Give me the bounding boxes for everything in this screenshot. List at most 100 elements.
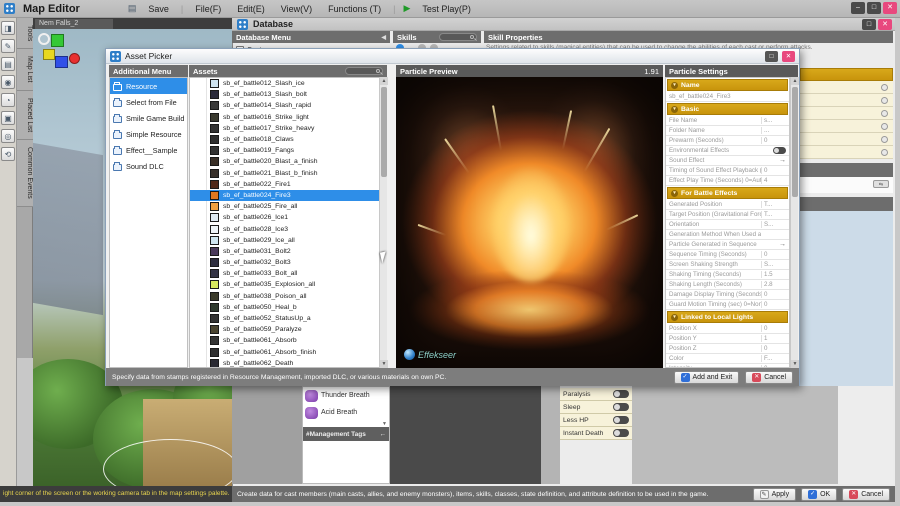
settings-row[interactable]: Damage Display Timing (Seconds, ...0 (666, 290, 789, 300)
collapse-icon[interactable]: ◀ (381, 34, 386, 41)
property-row[interactable] (800, 107, 893, 120)
gizmo-cube-blue[interactable] (55, 56, 68, 68)
additional-menu-item[interactable]: Smile Game Builder 1 (110, 110, 187, 126)
minimize-button[interactable]: – (851, 2, 865, 14)
asset-list-item[interactable]: sb_ef_battle026_Ice1 (190, 212, 386, 223)
database-maximize-button[interactable]: □ (862, 19, 876, 30)
settings-section-header[interactable]: ▾For Battle Effects (667, 187, 788, 199)
additional-menu-item[interactable]: Simple Resource Pack (110, 126, 187, 142)
settings-row[interactable]: Screen Shaking StrengthS... (666, 260, 789, 270)
asset-list-item[interactable]: sb_ef_battle020_Blast_a_finish (190, 156, 386, 167)
scroll-down-icon[interactable]: ▼ (791, 360, 799, 368)
record-button[interactable]: ◉ (1, 75, 15, 89)
settings-section-header[interactable]: ▾Basic (667, 103, 788, 115)
particle-preview-canvas[interactable]: Effekseer (396, 77, 663, 368)
settings-row[interactable]: File Names... (666, 116, 789, 126)
state-toggle-row[interactable]: Paralysis (560, 388, 632, 401)
asset-list-item[interactable]: sb_ef_battle018_Claws (190, 134, 386, 145)
database-close-button[interactable]: ✕ (878, 19, 892, 30)
tags-button[interactable]: ⇆ (873, 180, 889, 188)
asset-list-item[interactable]: sb_ef_battle013_Slash_bolt (190, 89, 386, 100)
maximize-button[interactable]: □ (867, 2, 881, 14)
settings-row[interactable]: Folder Name... (666, 126, 789, 136)
toggle-switch[interactable] (613, 416, 629, 424)
menu-test-play[interactable]: Test Play(P) (418, 3, 475, 15)
gizmo-sphere-red[interactable] (69, 53, 80, 64)
asset-list-item[interactable]: sb_ef_battle029_Ice_all (190, 235, 386, 246)
menu-functions[interactable]: Functions (T) (324, 3, 385, 15)
time-button[interactable]: ◔ (1, 93, 15, 107)
settings-row[interactable]: sb_ef_battle024_Fire3 (666, 92, 789, 102)
settings-section-header[interactable]: ▾Linked to Local Lights (667, 311, 788, 323)
asset-list-item[interactable]: sb_ef_battle059_Paralyze (190, 324, 386, 335)
asset-list-item[interactable]: sb_ef_battle024_Fire3 (190, 190, 386, 201)
scroll-down-icon[interactable]: ▼ (380, 360, 388, 368)
assets-scrollbar[interactable]: ▲ ▼ (379, 77, 387, 368)
menu-view[interactable]: View(V) (277, 3, 316, 15)
additional-menu-item[interactable]: Select from File (110, 94, 187, 110)
property-row[interactable] (800, 94, 893, 107)
property-section-header[interactable] (800, 68, 893, 81)
menu-edit[interactable]: Edit(E) (233, 3, 269, 15)
back-arrow-icon[interactable]: ← (380, 431, 387, 438)
dialog-cancel-button[interactable]: ✕ Cancel (745, 371, 793, 384)
asset-list-item[interactable]: sb_ef_battle021_Blast_b_finish (190, 168, 386, 179)
close-button[interactable]: ✕ (883, 2, 897, 14)
scroll-up-icon[interactable]: ▲ (791, 77, 799, 85)
asset-list-item[interactable]: sb_ef_battle014_Slash_rapid (190, 100, 386, 111)
asset-picker-titlebar[interactable]: Asset Picker □ ✕ (106, 49, 799, 64)
asset-list-item[interactable]: sb_ef_battle035_Explosion_all (190, 279, 386, 290)
add-and-exit-button[interactable]: ✓ Add and Exit (674, 371, 740, 384)
camera-button[interactable]: ◎ (1, 129, 15, 143)
settings-row[interactable]: Shaking Length (Seconds)2.8 (666, 280, 789, 290)
asset-list-item[interactable]: sb_ef_battle016_Strike_light (190, 112, 386, 123)
edit-button[interactable]: ✎ (1, 39, 15, 53)
menu-file[interactable]: File(F) (191, 3, 225, 15)
skill-list-item[interactable]: Thunder Breath (303, 387, 389, 404)
assets-search-input[interactable] (345, 67, 383, 75)
property-row[interactable] (800, 146, 893, 159)
state-toggle-row[interactable]: Less HP (560, 414, 632, 427)
asset-list-item[interactable]: sb_ef_battle017_Strike_heavy (190, 123, 386, 134)
layers-button[interactable]: ▤ (1, 57, 15, 71)
palette-tab-placed-list[interactable]: Placed List (17, 91, 33, 140)
settings-row[interactable]: Generation Method When Used as... (666, 230, 789, 240)
palette-tab-tools[interactable]: Tools (17, 18, 33, 49)
toggle-switch[interactable] (613, 429, 629, 437)
settings-row[interactable]: Prewarm (Seconds)0 (666, 136, 789, 146)
asset-list-item[interactable]: sb_ef_battle019_Fangs (190, 145, 386, 156)
asset-list-item[interactable]: sb_ef_battle033_Bolt_all (190, 268, 386, 279)
asset-list-item[interactable]: sb_ef_battle062_Death (190, 358, 386, 368)
state-toggle-row[interactable]: Instant Death (560, 427, 632, 440)
settings-row[interactable]: Guard Motion Timing (sec) 0=None0 (666, 300, 789, 310)
db-cancel-button[interactable]: ✕ Cancel (842, 488, 890, 501)
settings-scrollbar[interactable]: ▲ ▼ (790, 77, 798, 368)
asset-list-item[interactable]: sb_ef_battle061_Absorb (190, 335, 386, 346)
settings-row[interactable]: Position Y1 (666, 334, 789, 344)
apply-button[interactable]: ✎ Apply (753, 488, 797, 501)
menu-save[interactable]: Save (144, 3, 173, 15)
dialog-close-button[interactable]: ✕ (782, 51, 795, 62)
asset-list-item[interactable]: sb_ef_battle052_StatusUp_a (190, 313, 386, 324)
toggle-switch[interactable] (773, 147, 786, 154)
scroll-up-icon[interactable]: ▲ (380, 77, 388, 85)
additional-menu-item[interactable]: Resource (110, 78, 187, 94)
additional-menu-item[interactable]: Sound DLC (110, 158, 187, 174)
gizmo-cube-yellow[interactable] (43, 49, 55, 60)
settings-row[interactable]: Position X0 (666, 324, 789, 334)
scrollbar-thumb[interactable] (792, 87, 798, 197)
settings-row[interactable]: OrientationS... (666, 220, 789, 230)
ok-button[interactable]: ✓ OK (801, 488, 837, 501)
asset-list-item[interactable]: sb_ef_battle038_Poison_all (190, 291, 386, 302)
settings-row[interactable]: Sound Effect→ (666, 156, 789, 166)
display-button[interactable]: ▣ (1, 111, 15, 125)
asset-list-item[interactable]: sb_ef_battle012_Slash_ice (190, 78, 386, 89)
settings-row[interactable]: ColorF... (666, 354, 789, 364)
open-picker-arrow-icon[interactable]: → (779, 241, 786, 248)
run-event-button[interactable]: ⟲ (1, 147, 15, 161)
palette-tab-map-list[interactable]: Map List (17, 49, 33, 90)
asset-list-item[interactable]: sb_ef_battle050_Heal_b (190, 302, 386, 313)
settings-row[interactable]: Generated PositionT... (666, 200, 789, 210)
skill-list-item[interactable]: Acid Breath (303, 404, 389, 421)
settings-row[interactable]: Environmental Effects (666, 146, 789, 156)
